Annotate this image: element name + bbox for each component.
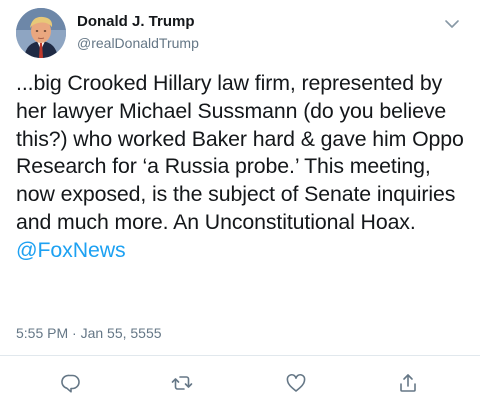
- tweet-body: ...big Crooked Hillary law firm, represe…: [16, 71, 464, 234]
- retweet-icon: [171, 376, 193, 390]
- share-button[interactable]: [396, 371, 420, 395]
- mention-link[interactable]: @FoxNews: [16, 238, 126, 262]
- chevron-down-icon[interactable]: [441, 13, 463, 35]
- heart-icon: [286, 374, 306, 392]
- reply-button[interactable]: [59, 371, 83, 395]
- timestamp[interactable]: 5:55 PM · Jan 55, 5555: [16, 325, 162, 341]
- divider: [0, 355, 480, 356]
- user-handle[interactable]: @realDonaldTrump: [77, 35, 199, 51]
- retweet-button[interactable]: [170, 371, 194, 395]
- reply-icon: [61, 374, 80, 393]
- share-icon: [400, 374, 416, 392]
- avatar[interactable]: [16, 8, 66, 58]
- like-button[interactable]: [284, 371, 308, 395]
- display-name[interactable]: Donald J. Trump: [77, 13, 195, 30]
- tweet-card: Donald J. Trump @realDonaldTrump ...big …: [0, 0, 480, 410]
- avatar-image: [16, 8, 66, 58]
- tweet-text: ...big Crooked Hillary law firm, represe…: [16, 70, 468, 265]
